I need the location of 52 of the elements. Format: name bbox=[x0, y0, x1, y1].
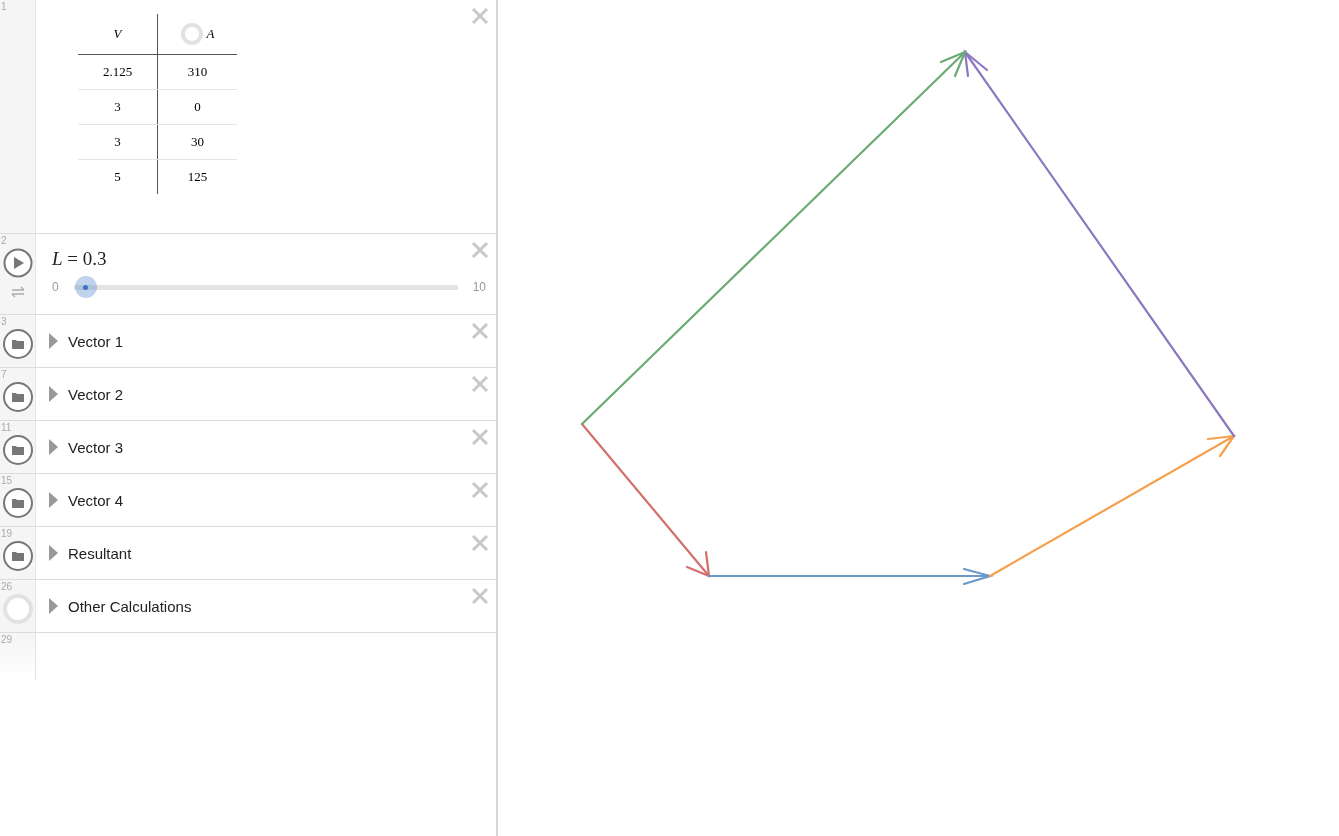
folder-icon[interactable] bbox=[2, 435, 33, 465]
expand-caret-icon[interactable] bbox=[48, 492, 58, 508]
folder-icon[interactable] bbox=[2, 329, 33, 359]
delete-button[interactable] bbox=[470, 427, 490, 447]
line-number: 26 bbox=[1, 581, 13, 592]
table-cell: 3 bbox=[114, 134, 121, 149]
expand-caret-icon[interactable] bbox=[48, 386, 58, 402]
folder-icon[interactable] bbox=[2, 382, 33, 412]
table-cell: 3 bbox=[114, 99, 121, 114]
table-cell: 0 bbox=[194, 99, 201, 114]
folder-title[interactable]: Other Calculations bbox=[68, 597, 192, 615]
slider-expression[interactable]: L = 0.3 bbox=[52, 248, 486, 270]
folder-title[interactable]: Vector 4 bbox=[68, 491, 124, 509]
folder-title[interactable]: Vector 2 bbox=[68, 385, 124, 403]
folder-title[interactable]: Vector 1 bbox=[68, 332, 124, 350]
line-number: 29 bbox=[1, 634, 13, 645]
expand-caret-icon[interactable] bbox=[48, 439, 58, 455]
visibility-toggle[interactable] bbox=[180, 23, 203, 45]
delete-button[interactable] bbox=[470, 240, 490, 260]
delete-button[interactable] bbox=[470, 374, 490, 394]
line-number: 2 bbox=[1, 235, 7, 246]
delete-button[interactable] bbox=[470, 533, 490, 553]
line-number: 3 bbox=[1, 316, 7, 327]
table-cell: 125 bbox=[187, 169, 208, 184]
folder-icon[interactable] bbox=[2, 488, 33, 518]
expand-caret-icon[interactable] bbox=[48, 333, 58, 349]
table-cell: 30 bbox=[191, 134, 204, 149]
line-number: 7 bbox=[1, 369, 7, 380]
column-heading: V bbox=[113, 26, 122, 42]
table-cell: 310 bbox=[187, 64, 208, 79]
column-heading: A bbox=[206, 26, 215, 42]
delete-button[interactable] bbox=[470, 586, 490, 606]
delete-button[interactable] bbox=[470, 480, 490, 500]
line-number: 19 bbox=[1, 528, 13, 539]
slider-thumb[interactable] bbox=[74, 276, 97, 298]
table-cell: 5 bbox=[114, 169, 121, 184]
line-number: 1 bbox=[1, 1, 7, 12]
slider-min: 0 bbox=[52, 280, 60, 294]
line-number: 15 bbox=[1, 475, 13, 486]
expand-caret-icon[interactable] bbox=[48, 545, 58, 561]
visibility-toggle[interactable] bbox=[2, 594, 33, 624]
expand-caret-icon[interactable] bbox=[48, 598, 58, 614]
folder-icon[interactable] bbox=[2, 541, 33, 571]
delete-button[interactable] bbox=[470, 321, 490, 341]
folder-title[interactable]: Resultant bbox=[68, 544, 132, 562]
play-button[interactable] bbox=[2, 248, 33, 278]
table-cell: 2.125 bbox=[102, 64, 133, 79]
line-number: 11 bbox=[1, 422, 12, 433]
loop-icon[interactable] bbox=[9, 286, 26, 298]
slider-max: 10 bbox=[471, 280, 486, 294]
folder-title[interactable]: Vector 3 bbox=[68, 438, 124, 456]
delete-button[interactable] bbox=[470, 6, 490, 26]
